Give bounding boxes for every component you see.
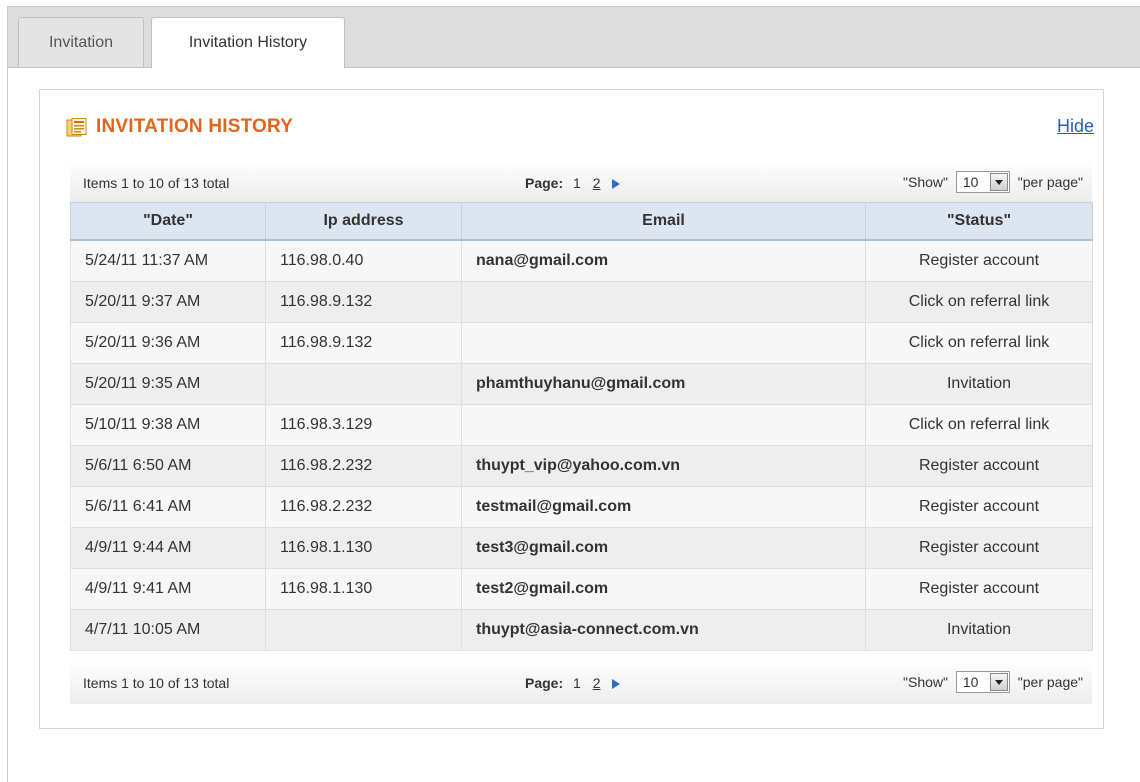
cell-date: 5/24/11 11:37 AM xyxy=(70,239,266,282)
per-page-control: "Show" 10 "per page" xyxy=(903,171,1083,193)
tab-invitation[interactable]: Invitation xyxy=(18,17,144,67)
cell-status: Click on referral link xyxy=(865,321,1093,364)
cell-date: 5/10/11 9:38 AM xyxy=(70,403,266,446)
pager-top: Items 1 to 10 of 13 total Page: 1 2 "Sho… xyxy=(70,160,1092,202)
table-row: 5/6/11 6:50 AM 116.98.2.232 thuypt_vip@yah… xyxy=(70,444,1093,487)
cell-ip: 116.98.1.130 xyxy=(265,526,462,569)
cell-date: 5/6/11 6:41 AM xyxy=(70,485,266,528)
per-page-label: "per page" xyxy=(1017,174,1083,190)
cell-ip: 116.98.9.132 xyxy=(265,280,462,323)
tab-invitation-history[interactable]: Invitation History xyxy=(151,17,345,68)
table-row: 4/9/11 9:41 AM 116.98.1.130 test2@gmail.co… xyxy=(70,567,1093,610)
show-label: "Show" xyxy=(903,674,948,690)
cell-email xyxy=(461,321,866,364)
cell-status: Invitation xyxy=(865,608,1093,651)
cell-date: 5/20/11 9:37 AM xyxy=(70,280,266,323)
table-row: 5/20/11 9:37 AM 116.98.9.132 Click on refe… xyxy=(70,280,1093,323)
cell-email: test3@gmail.com xyxy=(461,526,866,569)
cell-status: Register account xyxy=(865,485,1093,528)
cell-ip: 116.98.3.129 xyxy=(265,403,462,446)
column-header-email[interactable]: Email xyxy=(461,202,866,241)
page-navigation: Page: 1 2 xyxy=(525,175,621,191)
panel-header: INVITATION HISTORY Hide xyxy=(40,90,1103,154)
chevron-down-icon[interactable] xyxy=(989,673,1008,691)
table-row: 5/10/11 9:38 AM 116.98.3.129 Click on refe… xyxy=(70,403,1093,446)
items-count-text: Items 1 to 10 of 13 total xyxy=(83,675,230,691)
table-row: 5/20/11 9:35 AM phamthuyhanu@gmail.com Inv… xyxy=(70,362,1093,405)
cell-email: phamthuyhanu@gmail.com xyxy=(461,362,866,405)
current-page: 1 xyxy=(573,675,581,691)
cell-email xyxy=(461,403,866,446)
next-page-icon[interactable] xyxy=(612,679,621,690)
document-list-icon xyxy=(66,118,87,137)
table-header-row: "Date" Ip address Email "Status" xyxy=(70,202,1093,241)
history-table: "Date" Ip address Email "Status" 5/24/11… xyxy=(70,202,1093,651)
cell-email: nana@gmail.com xyxy=(461,239,866,282)
table-body: 5/24/11 11:37 AM 116.98.0.40 nana@gmail.co… xyxy=(70,239,1093,651)
items-count-text: Items 1 to 10 of 13 total xyxy=(83,175,230,191)
cell-ip: 116.98.2.232 xyxy=(265,485,462,528)
cell-email: thuypt@asia-connect.com.vn xyxy=(461,608,866,651)
next-page-icon[interactable] xyxy=(612,179,621,190)
show-label: "Show" xyxy=(903,174,948,190)
tab-strip: Invitation Invitation History xyxy=(8,7,1140,68)
cell-ip xyxy=(265,362,462,405)
invitation-history-panel: INVITATION HISTORY Hide Items 1 to 10 of… xyxy=(39,89,1104,729)
cell-email: thuypt_vip@yahoo.com.vn xyxy=(461,444,866,487)
table-row: 5/24/11 11:37 AM 116.98.0.40 nana@gmail.co… xyxy=(70,239,1093,282)
chevron-down-icon[interactable] xyxy=(989,173,1008,191)
column-header-date[interactable]: "Date" xyxy=(70,202,266,241)
cell-date: 4/9/11 9:41 AM xyxy=(70,567,266,610)
cell-status: Click on referral link xyxy=(865,403,1093,446)
table-row: 5/6/11 6:41 AM 116.98.2.232 testmail@gmail… xyxy=(70,485,1093,528)
column-header-ip[interactable]: Ip address xyxy=(265,202,462,241)
cell-date: 4/9/11 9:44 AM xyxy=(70,526,266,569)
cell-status: Register account xyxy=(865,567,1093,610)
table-row: 4/9/11 9:44 AM 116.98.1.130 test3@gmail.co… xyxy=(70,526,1093,569)
cell-email xyxy=(461,280,866,323)
cell-ip: 116.98.2.232 xyxy=(265,444,462,487)
cell-date: 4/7/11 10:05 AM xyxy=(70,608,266,651)
per-page-label: "per page" xyxy=(1017,674,1083,690)
page-2-link[interactable]: 2 xyxy=(593,675,601,691)
cell-ip: 116.98.9.132 xyxy=(265,321,462,364)
cell-status: Register account xyxy=(865,444,1093,487)
page-navigation: Page: 1 2 xyxy=(525,675,621,691)
cell-ip: 116.98.0.40 xyxy=(265,239,462,282)
per-page-select[interactable]: 10 xyxy=(955,671,1010,693)
per-page-value: 10 xyxy=(962,674,979,690)
pager-bottom: Items 1 to 10 of 13 total Page: 1 2 "Sho… xyxy=(70,660,1092,704)
table-row: 4/7/11 10:05 AM thuypt@asia-connect.com.v… xyxy=(70,608,1093,651)
cell-date: 5/20/11 9:36 AM xyxy=(70,321,266,364)
page-2-link[interactable]: 2 xyxy=(593,175,601,191)
cell-status: Invitation xyxy=(865,362,1093,405)
column-header-status[interactable]: "Status" xyxy=(865,202,1093,241)
panel-title: INVITATION HISTORY xyxy=(96,116,294,137)
hide-link[interactable]: Hide xyxy=(1057,116,1094,137)
cell-email: testmail@gmail.com xyxy=(461,485,866,528)
per-page-select[interactable]: 10 xyxy=(955,171,1010,193)
current-page: 1 xyxy=(573,175,581,191)
per-page-control: "Show" 10 "per page" xyxy=(903,671,1083,693)
cell-status: Register account xyxy=(865,526,1093,569)
cell-status: Register account xyxy=(865,239,1093,282)
cell-email: test2@gmail.com xyxy=(461,567,866,610)
cell-ip: 116.98.1.130 xyxy=(265,567,462,610)
cell-date: 5/20/11 9:35 AM xyxy=(70,362,266,405)
cell-status: Click on referral link xyxy=(865,280,1093,323)
cell-date: 5/6/11 6:50 AM xyxy=(70,444,266,487)
table-row: 5/20/11 9:36 AM 116.98.9.132 Click on refe… xyxy=(70,321,1093,364)
per-page-value: 10 xyxy=(962,174,979,190)
cell-ip xyxy=(265,608,462,651)
page-label: Page: xyxy=(525,675,564,691)
page-label: Page: xyxy=(525,175,564,191)
